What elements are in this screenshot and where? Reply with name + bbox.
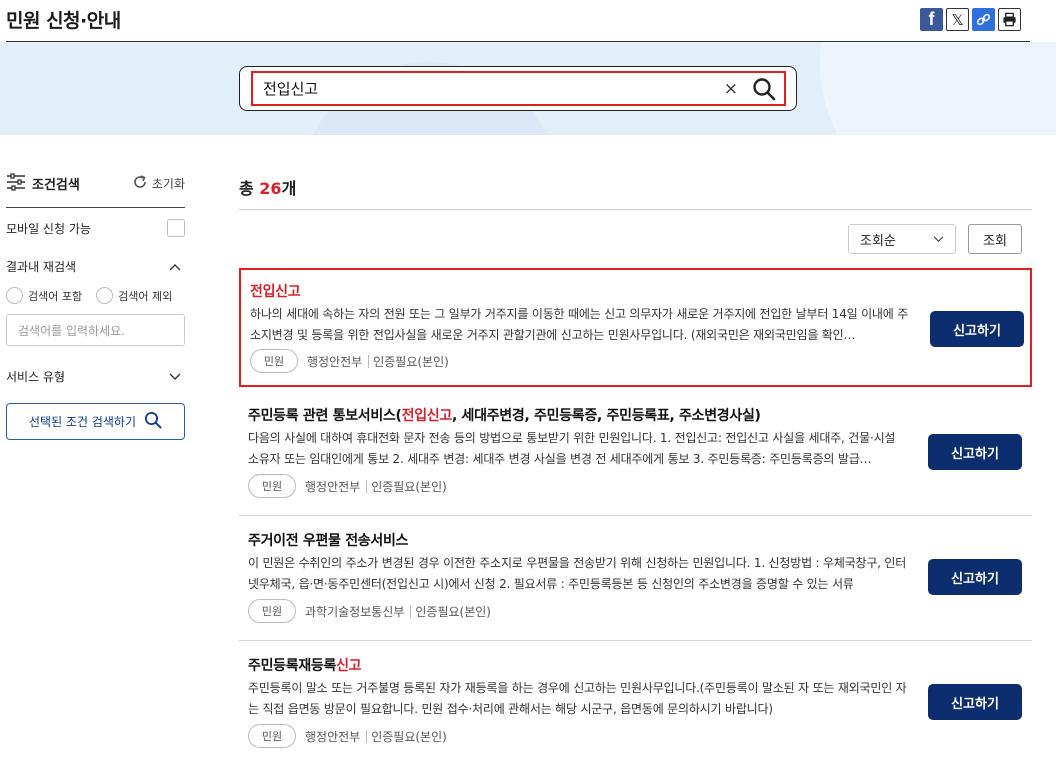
- category-tag: 민원: [250, 349, 298, 373]
- result-meta: 민원 행정안전부 인증필요(본인): [248, 474, 447, 498]
- result-title[interactable]: 전입신고: [250, 281, 301, 301]
- agency-label: 과학기술정보통신부: [305, 604, 405, 619]
- mobile-option-row: 모바일 신청 가능: [6, 219, 185, 237]
- result-description: 주민등록이 말소 또는 거주불명 등록된 자가 재등록을 하는 경우에 신고하는…: [248, 681, 907, 716]
- meta-separator: [368, 354, 370, 368]
- result-meta: 민원 과학기술정보통신부 인증필요(본인): [248, 599, 491, 623]
- x-icon[interactable]: 𝕏: [946, 8, 969, 31]
- sort-select[interactable]: 조회순: [848, 224, 956, 254]
- clear-icon[interactable]: ×: [724, 79, 738, 99]
- radio-exclude-label: 검색어 제외: [118, 289, 173, 303]
- link-icon[interactable]: [972, 8, 995, 31]
- refine-label: 결과내 재검색: [6, 260, 77, 274]
- result-divider: [239, 515, 1032, 516]
- apply-filter-label: 선택된 조건 검색하기: [29, 415, 136, 429]
- apply-button[interactable]: 신고하기: [930, 311, 1024, 347]
- refine-keyword-input[interactable]: 검색어를 입력하세요.: [6, 314, 185, 346]
- radio-include-circle[interactable]: [6, 287, 23, 304]
- category-tag: 민원: [248, 724, 296, 748]
- category-tag: 민원: [248, 599, 296, 623]
- sliders-icon: [6, 172, 26, 195]
- filter-title: 조건검색: [32, 178, 80, 193]
- mobile-option-checkbox[interactable]: [167, 219, 185, 237]
- decor-circle: [820, 42, 1056, 135]
- result-total: 총 26개: [239, 179, 297, 198]
- result-title[interactable]: 주거이전 우편물 전송서비스: [248, 530, 408, 550]
- reset-label: 초기화: [151, 177, 185, 191]
- meta-separator: [366, 729, 368, 743]
- reset-button[interactable]: 초기화: [132, 174, 185, 193]
- radio-exclude[interactable]: 검색어 제외: [96, 287, 172, 304]
- chevron-down-icon: [933, 232, 944, 247]
- result-title[interactable]: 주민등록 관련 통보서비스(전입신고, 세대주변경, 주민등록증, 주민등록표,…: [248, 405, 761, 425]
- result-description: 이 민원은 수취인의 주소가 변경된 경우 이전한 주소지로 우편물을 전송받기…: [248, 556, 907, 591]
- filter-panel: 조건검색 초기화 모바일 신청 가능 결과내 재검색 검색어 포함 검색어 제외…: [6, 160, 185, 440]
- results-divider: [239, 209, 1032, 210]
- search-box: 전입신고 ×: [239, 66, 797, 111]
- radio-exclude-circle[interactable]: [96, 287, 114, 304]
- meta-separator: [410, 604, 412, 618]
- chevron-up-icon[interactable]: [169, 260, 181, 274]
- auth-label: 인증필요(본인): [371, 479, 447, 494]
- radio-include-label: 검색어 포함: [28, 289, 83, 303]
- refine-section-header[interactable]: 결과내 재검색: [6, 258, 185, 275]
- agency-label: 행정안전부: [305, 729, 361, 744]
- search-input-value[interactable]: 전입신고: [263, 78, 724, 99]
- agency-label: 행정안전부: [305, 479, 361, 494]
- chevron-down-icon[interactable]: [169, 370, 181, 384]
- search-input[interactable]: 전입신고 ×: [251, 71, 786, 106]
- agency-label: 행정안전부: [307, 354, 363, 369]
- search-banner: 전입신고 ×: [0, 42, 1056, 135]
- auth-label: 인증필요(본인): [371, 729, 447, 744]
- apply-filter-button[interactable]: 선택된 조건 검색하기: [6, 403, 185, 440]
- page-title: 민원 신청·안내: [6, 10, 121, 32]
- mobile-option-label: 모바일 신청 가능: [6, 221, 91, 236]
- result-meta: 민원 행정안전부 인증필요(본인): [248, 724, 447, 748]
- radio-include[interactable]: 검색어 포함: [6, 287, 82, 304]
- auth-label: 인증필요(본인): [415, 604, 491, 619]
- category-tag: 민원: [248, 474, 296, 498]
- share-toolbar: f 𝕏: [920, 8, 1021, 31]
- meta-separator: [366, 479, 368, 493]
- result-item: 주민등록 관련 통보서비스(전입신고, 세대주변경, 주민등록증, 주민등록표,…: [239, 397, 1032, 515]
- refresh-icon: [132, 174, 148, 193]
- apply-button[interactable]: 신고하기: [928, 684, 1022, 720]
- facebook-icon[interactable]: f: [920, 8, 943, 31]
- sort-select-value: 조회순: [860, 233, 896, 249]
- page-header: 민원 신청·안내 f 𝕏: [0, 0, 1056, 42]
- result-item: 주민등록재등록신고 주민등록이 말소 또는 거주불명 등록된 자가 재등록을 하…: [239, 647, 1032, 757]
- result-meta: 민원 행정안전부 인증필요(본인): [250, 349, 449, 373]
- service-type-label: 서비스 유형: [6, 370, 66, 384]
- print-icon[interactable]: [998, 8, 1021, 31]
- auth-label: 인증필요(본인): [373, 354, 449, 369]
- refine-radio-group: 검색어 포함 검색어 제외: [6, 287, 185, 304]
- result-count: 26: [259, 179, 282, 198]
- apply-button[interactable]: 신고하기: [928, 434, 1022, 470]
- search-icon[interactable]: [752, 77, 776, 101]
- result-title[interactable]: 주민등록재등록신고: [248, 655, 362, 675]
- service-type-header[interactable]: 서비스 유형: [6, 368, 185, 385]
- result-description: 하나의 세대에 속하는 자의 전원 또는 그 일부가 거주지를 이동한 때에는 …: [250, 307, 909, 342]
- search-icon: [144, 411, 162, 432]
- result-description: 다음의 사실에 대하여 휴대전화 문자 전송 등의 방법으로 통보받기 위한 민…: [248, 431, 896, 466]
- sort-button[interactable]: 조회: [968, 224, 1022, 254]
- filter-header: 조건검색 초기화: [6, 160, 185, 208]
- result-item: 주거이전 우편물 전송서비스 이 민원은 수취인의 주소가 변경된 경우 이전한…: [239, 522, 1032, 640]
- result-item: 전입신고 하나의 세대에 속하는 자의 전원 또는 그 일부가 거주지를 이동한…: [239, 268, 1032, 387]
- result-divider: [239, 640, 1032, 641]
- apply-button[interactable]: 신고하기: [928, 559, 1022, 595]
